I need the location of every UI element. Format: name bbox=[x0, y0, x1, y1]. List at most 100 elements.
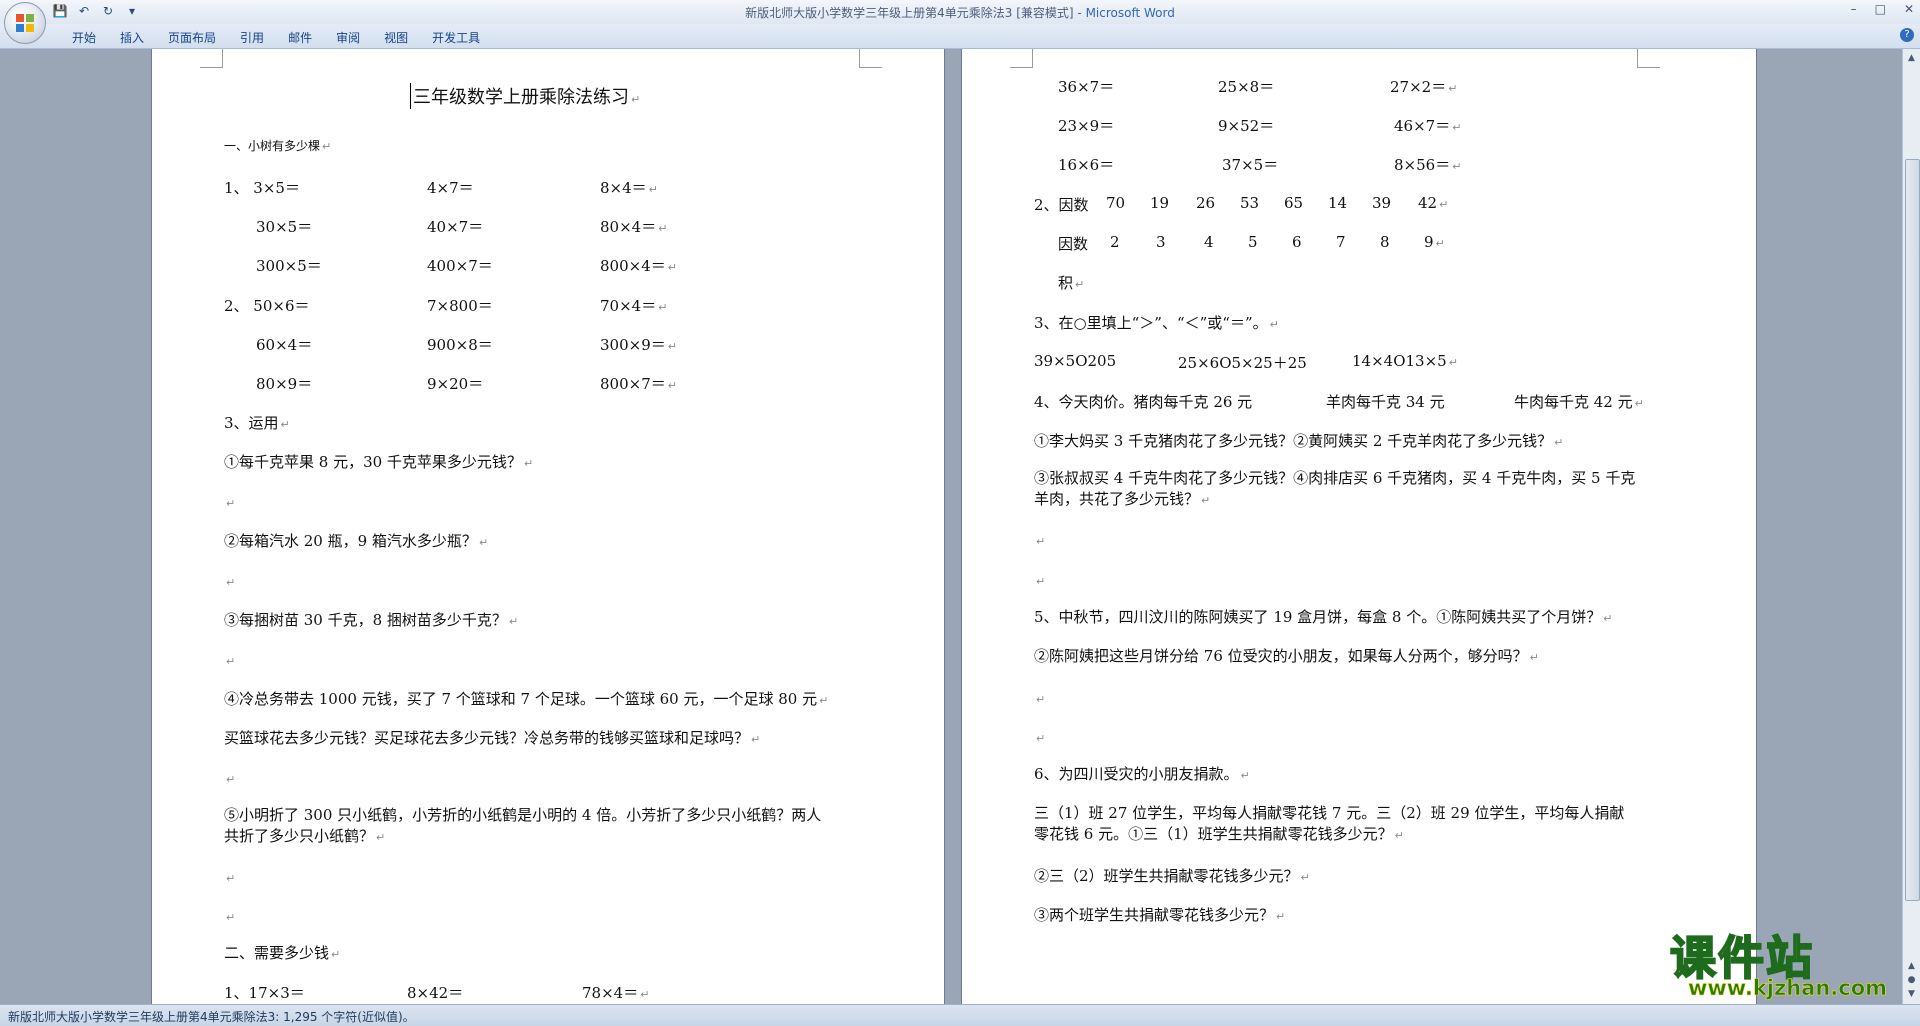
exercise-line: 1、17×3＝ bbox=[224, 984, 305, 1002]
empty-paragraph: ↵ bbox=[226, 911, 236, 924]
maximize-icon[interactable]: □ bbox=[1875, 2, 1886, 16]
exercise-line: 7×800＝ bbox=[427, 297, 493, 315]
section-heading: 6、为四川受灾的小朋友捐款。 ↵ bbox=[1034, 765, 1250, 783]
office-button[interactable] bbox=[4, 2, 46, 44]
next-page-icon[interactable]: ▼ bbox=[1905, 987, 1918, 1001]
word-problem: 三（1）班 27 位学生，平均每人捐献零花钱 7 元。三（2）班 29 位学生，… bbox=[1034, 804, 1625, 843]
tab-review[interactable]: 审阅 bbox=[324, 29, 372, 46]
factor-value: 42 ↵ bbox=[1418, 194, 1449, 212]
tab-developer[interactable]: 开发工具 bbox=[420, 29, 492, 46]
tab-view[interactable]: 视图 bbox=[372, 29, 420, 46]
empty-paragraph: ↵ bbox=[1036, 732, 1046, 745]
word-problem: ②陈阿姨把这些月饼分给 76 位受灾的小朋友，如果每人分两个，够分吗？ ↵ bbox=[1034, 647, 1539, 665]
app-name: Microsoft Word bbox=[1085, 6, 1175, 20]
exercise-line: 8×56＝ ↵ bbox=[1394, 156, 1462, 174]
exercise-line: 8×4＝ ↵ bbox=[600, 179, 658, 197]
word-problem: ③两个班学生共捐献零花钱多少元？ ↵ bbox=[1034, 906, 1286, 924]
factor-value: 19 bbox=[1150, 194, 1170, 212]
crop-mark bbox=[1637, 49, 1660, 68]
empty-paragraph: ↵ bbox=[226, 576, 236, 589]
exercise-line: 27×2＝ ↵ bbox=[1390, 78, 1458, 96]
exercise-line: 8×42＝ bbox=[407, 984, 464, 1002]
help-icon[interactable]: ? bbox=[1900, 28, 1914, 42]
exercise-line: 37×5＝ bbox=[1222, 156, 1279, 174]
scroll-up-icon[interactable]: ▲ bbox=[1905, 51, 1918, 65]
vertical-scrollbar[interactable]: ▲ ▲ ● ▼ bbox=[1902, 49, 1920, 1004]
close-icon[interactable]: ✕ bbox=[1904, 2, 1914, 16]
empty-paragraph: ↵ bbox=[1036, 693, 1046, 706]
factor-value: 7 bbox=[1336, 233, 1346, 251]
exercise-line: 80×9＝ bbox=[256, 375, 313, 393]
word-problem: 牛肉每千克 42 元 ↵ bbox=[1514, 393, 1644, 411]
exercise-line: 9×20＝ bbox=[427, 375, 484, 393]
ribbon-tab-bar: 开始 插入 页面布局 引用 邮件 审阅 视图 开发工具 ? bbox=[0, 24, 1920, 49]
empty-paragraph: ↵ bbox=[226, 655, 236, 668]
exercise-line: 900×8＝ bbox=[427, 336, 493, 354]
section-heading: 3、运用 ↵ bbox=[224, 414, 290, 432]
word-problem: 5、中秋节，四川汶川的陈阿姨买了 19 盒月饼，每盒 8 个。①陈阿姨共买了个月… bbox=[1034, 608, 1613, 626]
exercise-line: 400×7＝ bbox=[427, 257, 493, 275]
exercise-line: 2、 50×6＝ bbox=[224, 297, 310, 315]
document-page-1[interactable]: 三年级数学上册乘除法练习 ↵ 一、小树有多少棵 ↵ 1、 3×5＝ 4×7＝ 8×4… bbox=[152, 49, 944, 1004]
factor-value: 2 bbox=[1110, 233, 1120, 251]
exercise-line: 60×4＝ bbox=[256, 336, 313, 354]
factor-row-label: 因数 bbox=[1058, 235, 1089, 253]
factor-row-label: 2、因数 bbox=[1034, 196, 1089, 214]
comparison-item: 39×5O205 bbox=[1034, 352, 1117, 370]
exercise-line: 25×8＝ bbox=[1218, 78, 1275, 96]
exercise-line: 40×7＝ bbox=[427, 218, 484, 236]
document-title: 新版北师大版小学数学三年级上册第4单元乘除法3 [兼容模式] - bbox=[745, 6, 1086, 20]
tab-mailings[interactable]: 邮件 bbox=[276, 29, 324, 46]
word-problem: ③张叔叔买 4 千克牛肉花了多少元钱？④肉排店买 6 千克猪肉，买 4 千克牛肉… bbox=[1034, 469, 1636, 508]
factor-value: 70 bbox=[1106, 194, 1126, 212]
exercise-line: 70×4＝ ↵ bbox=[600, 297, 668, 315]
word-problem: ①每千克苹果 8 元，30 千克苹果多少元钱？ ↵ bbox=[224, 453, 534, 471]
factor-value: 5 bbox=[1248, 233, 1258, 251]
exercise-line: 80×4＝ ↵ bbox=[600, 218, 668, 236]
word-problem: ⑤小明折了 300 只小纸鹤，小芳折的小纸鹤是小明的 4 倍。小芳折了多少只小纸… bbox=[224, 806, 822, 845]
scrollbar-thumb[interactable] bbox=[1905, 159, 1920, 901]
document-page-2[interactable]: 36×7＝ 25×8＝ 27×2＝ ↵ 23×9＝ 9×52＝ 46×7＝ ↵ 16… bbox=[962, 49, 1756, 1004]
empty-paragraph: ↵ bbox=[226, 872, 236, 885]
empty-paragraph: ↵ bbox=[226, 773, 236, 786]
section-heading: 二、需要多少钱 ↵ bbox=[224, 944, 341, 962]
previous-page-icon[interactable]: ▲ bbox=[1905, 959, 1918, 973]
exercise-line: 800×4＝ ↵ bbox=[600, 257, 677, 275]
exercise-line: 300×5＝ bbox=[256, 257, 322, 275]
tab-references[interactable]: 引用 bbox=[228, 29, 276, 46]
factor-row-label: 积 ↵ bbox=[1058, 274, 1085, 292]
document-title-heading: 三年级数学上册乘除法练习 ↵ bbox=[410, 83, 640, 109]
comparison-item: 14×4O13×5 ↵ bbox=[1352, 352, 1458, 370]
watermark-url: www.kjzhan.com bbox=[1688, 976, 1888, 1001]
tab-home[interactable]: 开始 bbox=[60, 29, 108, 46]
word-problem: ④冷总务带去 1000 元钱，买了 7 个篮球和 7 个足球。一个篮球 60 元… bbox=[224, 690, 829, 708]
kjzhan-watermark-logo: 课件站 www.kjzhan.com bbox=[1662, 922, 1902, 1002]
empty-paragraph: ↵ bbox=[226, 497, 236, 510]
comparison-item: 25×6O5×25＋25 bbox=[1178, 354, 1307, 372]
empty-paragraph: ↵ bbox=[1036, 575, 1046, 588]
exercise-line: 800×7＝ ↵ bbox=[600, 375, 677, 393]
crop-mark bbox=[1010, 49, 1033, 68]
exercise-line: 46×7＝ ↵ bbox=[1394, 117, 1462, 135]
exercise-line: 30×5＝ bbox=[256, 218, 313, 236]
crop-mark bbox=[200, 49, 223, 68]
window-controls: – □ ✕ bbox=[1851, 2, 1914, 16]
section-heading: 3、在○里填上“＞”、“＜”或“＝”。 ↵ bbox=[1034, 314, 1279, 332]
select-browse-object-icon[interactable]: ● bbox=[1905, 973, 1918, 987]
tab-insert[interactable]: 插入 bbox=[108, 29, 156, 46]
tab-page-layout[interactable]: 页面布局 bbox=[156, 29, 228, 46]
factor-value: 39 bbox=[1372, 194, 1392, 212]
factor-value: 3 bbox=[1156, 233, 1166, 251]
factor-value: 4 bbox=[1204, 233, 1214, 251]
word-problem: ②每箱汽水 20 瓶，9 箱汽水多少瓶？ ↵ bbox=[224, 532, 489, 550]
document-workspace: 三年级数学上册乘除法练习 ↵ 一、小树有多少棵 ↵ 1、 3×5＝ 4×7＝ 8×4… bbox=[0, 49, 1902, 1004]
factor-value: 26 bbox=[1196, 194, 1216, 212]
exercise-line: 23×9＝ bbox=[1058, 117, 1115, 135]
exercise-line: 1、 3×5＝ bbox=[224, 179, 300, 197]
minimize-icon[interactable]: – bbox=[1851, 2, 1857, 16]
title-bar: 💾 ↶ ↻ ▾ 新版北师大版小学数学三年级上册第4单元乘除法3 [兼容模式] -… bbox=[0, 0, 1920, 24]
word-problem: 4、今天肉价。猪肉每千克 26 元 bbox=[1034, 393, 1253, 411]
factor-value: 53 bbox=[1240, 194, 1260, 212]
factor-value: 8 bbox=[1380, 233, 1390, 251]
empty-paragraph: ↵ bbox=[1036, 535, 1046, 548]
